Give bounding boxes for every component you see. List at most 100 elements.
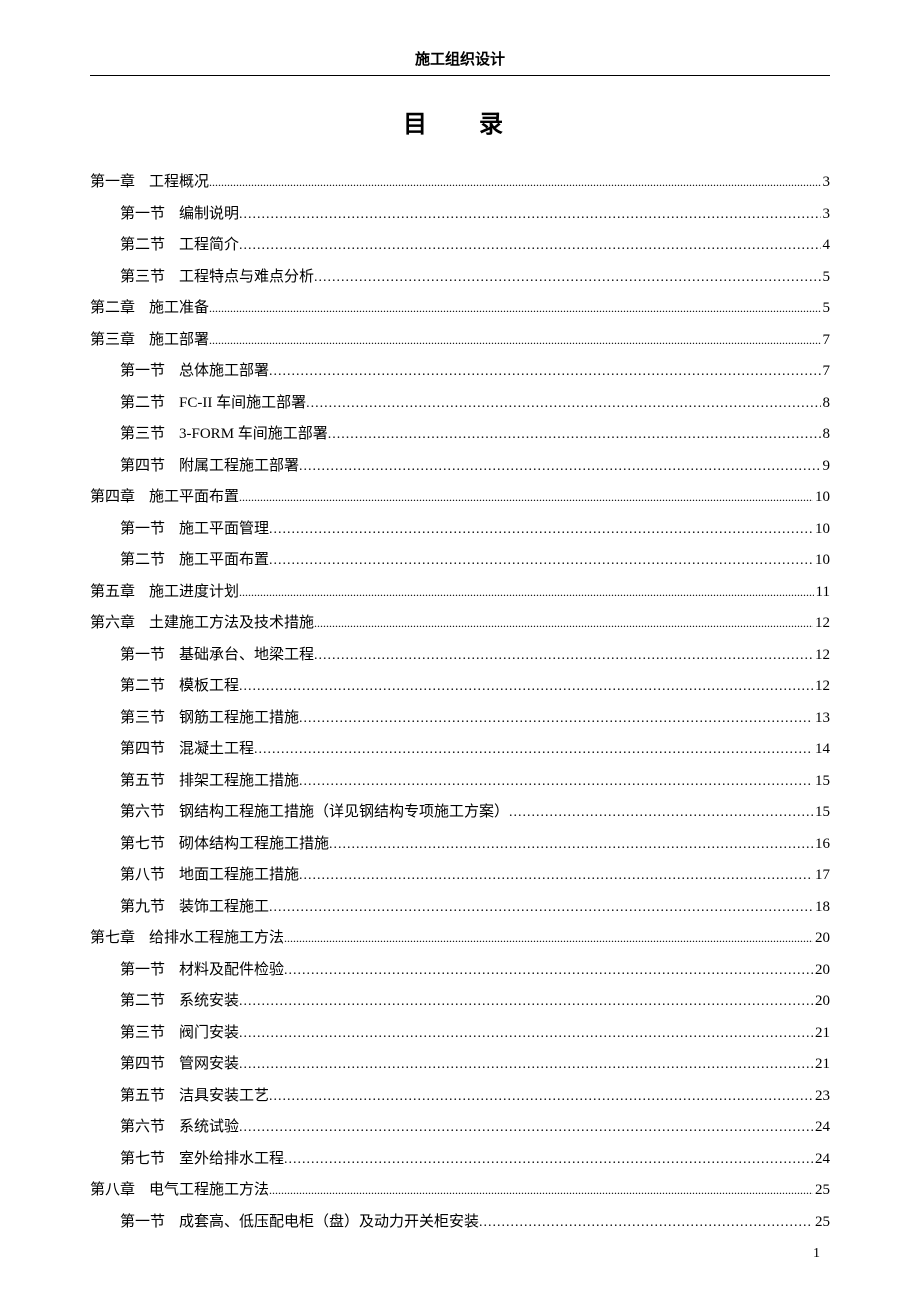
toc-entry: 第六章土建施工方法及技术措施..........................…: [90, 608, 830, 640]
toc-entry-label: 第七节: [120, 829, 165, 861]
toc-entry: 第五节排架工程施工措施.............................…: [90, 766, 830, 798]
toc-entry: 第七节砌体结构工程施工措施...........................…: [90, 829, 830, 861]
toc-entry-label: 第八节: [120, 860, 165, 892]
toc-entry-label: 第四节: [120, 451, 165, 483]
toc-entry-label: 第六节: [120, 1112, 165, 1144]
toc-entry-title: 阀门安装: [179, 1018, 239, 1050]
toc-entry: 第一节施工平面管理...............................…: [90, 514, 830, 546]
toc-leader-dots: ........................................…: [239, 672, 813, 701]
document-header-title: 施工组织设计: [90, 48, 830, 76]
toc-entry: 第二节FC-II 车间施工部署.........................…: [90, 388, 830, 420]
toc-container: 第一章工程概况.................................…: [90, 167, 830, 1238]
toc-entry: 第九节装饰工程施工...............................…: [90, 892, 830, 924]
toc-entry-label: 第二节: [120, 986, 165, 1018]
toc-entry-label: 第三节: [120, 703, 165, 735]
toc-entry-label: 第五节: [120, 766, 165, 798]
toc-leader-dots: ........................................…: [299, 704, 813, 733]
toc-entry: 第七节室外给排水工程..............................…: [90, 1144, 830, 1176]
toc-entry: 第二节工程简介.................................…: [90, 230, 830, 262]
toc-entry: 第二节系统安装.................................…: [90, 986, 830, 1018]
toc-entry-title: 施工平面布置: [149, 482, 239, 514]
page-number: 1: [813, 1246, 820, 1262]
toc-entry-label: 第三节: [120, 262, 165, 294]
toc-entry-label: 第二节: [120, 545, 165, 577]
toc-entry-title: 系统试验: [179, 1112, 239, 1144]
toc-leader-dots: ........................................…: [269, 357, 820, 386]
toc-entry-title: 施工平面布置: [179, 545, 269, 577]
toc-leader-dots: ........................................…: [284, 1145, 813, 1174]
toc-leader-dots: ........................................…: [314, 641, 813, 670]
toc-leader-dots: ........................................…: [299, 452, 820, 481]
toc-leader-dots: ........................................…: [239, 1113, 813, 1142]
toc-entry-title: 工程特点与难点分析: [179, 262, 314, 294]
toc-entry-label: 第六章: [90, 608, 135, 640]
toc-entry-label: 第一节: [120, 955, 165, 987]
toc-leader-dots: ........................................…: [269, 546, 813, 575]
toc-entry: 第七章给排水工程施工方法............................…: [90, 923, 830, 955]
toc-entry-label: 第七章: [90, 923, 135, 955]
toc-entry-title: 附属工程施工部署: [179, 451, 299, 483]
toc-entry-label: 第一节: [120, 514, 165, 546]
toc-entry-title: 砌体结构工程施工措施: [179, 829, 329, 861]
toc-entry: 第六节钢结构工程施工措施（详见钢结构专项施工方案）...............…: [90, 797, 830, 829]
toc-entry: 第八章电气工程施工方法.............................…: [90, 1175, 830, 1207]
toc-entry-title: 基础承台、地梁工程: [179, 640, 314, 672]
toc-entry-title: 排架工程施工措施: [179, 766, 299, 798]
toc-entry: 第一节基础承台、地梁工程............................…: [90, 640, 830, 672]
toc-entry-label: 第一节: [120, 1207, 165, 1239]
toc-entry-title: 编制说明: [179, 199, 239, 231]
toc-entry-page: 9: [821, 451, 831, 483]
toc-entry-title: 工程概况: [149, 167, 209, 199]
toc-entry: 第二节模板工程.................................…: [90, 671, 830, 703]
toc-entry-page: 16: [813, 829, 830, 861]
toc-entry-title: 土建施工方法及技术措施: [149, 608, 314, 640]
toc-entry-title: 室外给排水工程: [179, 1144, 284, 1176]
toc-entry: 第二节施工平面布置...............................…: [90, 545, 830, 577]
toc-entry-page: 14: [813, 734, 830, 766]
toc-entry-label: 第九节: [120, 892, 165, 924]
toc-entry: 第三章施工部署.................................…: [90, 325, 830, 357]
toc-entry-label: 第四节: [120, 1049, 165, 1081]
toc-entry-title: 施工进度计划: [149, 577, 239, 609]
toc-entry-label: 第七节: [120, 1144, 165, 1176]
toc-entry-title: 模板工程: [179, 671, 239, 703]
toc-entry-page: 8: [821, 419, 831, 451]
toc-leader-dots: ........................................…: [239, 200, 820, 229]
toc-leader-dots: ........................................…: [239, 231, 820, 260]
toc-entry-label: 第三节: [120, 1018, 165, 1050]
toc-entry-title: 给排水工程施工方法: [149, 923, 284, 955]
toc-entry: 第四节附属工程施工部署.............................…: [90, 451, 830, 483]
toc-leader-dots: ........................................…: [306, 389, 820, 418]
toc-entry-page: 10: [813, 514, 830, 546]
toc-entry-label: 第一章: [90, 167, 135, 199]
toc-entry-page: 12: [813, 640, 830, 672]
toc-leader-dots: ........................................…: [209, 328, 820, 353]
toc-entry-title: 洁具安装工艺: [179, 1081, 269, 1113]
toc-entry-page: 15: [813, 766, 830, 798]
toc-entry-page: 21: [813, 1018, 830, 1050]
toc-entry-page: 25: [813, 1207, 830, 1239]
toc-entry-page: 11: [814, 577, 830, 609]
toc-entry-page: 18: [813, 892, 830, 924]
toc-entry-title: 3-FORM 车间施工部署: [179, 419, 328, 451]
toc-leader-dots: ........................................…: [314, 263, 820, 292]
toc-entry-label: 第五章: [90, 577, 135, 609]
toc-entry-label: 第六节: [120, 797, 165, 829]
toc-entry-page: 8: [821, 388, 831, 420]
toc-entry: 第五章施工进度计划...............................…: [90, 577, 830, 609]
toc-leader-dots: ........................................…: [269, 893, 813, 922]
toc-entry-title: 总体施工部署: [179, 356, 269, 388]
toc-entry: 第八节地面工程施工措施.............................…: [90, 860, 830, 892]
toc-entry: 第三节钢筋工程施工措施.............................…: [90, 703, 830, 735]
toc-entry: 第三节工程特点与难点分析............................…: [90, 262, 830, 294]
toc-entry: 第一节总体施工部署...............................…: [90, 356, 830, 388]
toc-leader-dots: ........................................…: [239, 1019, 813, 1048]
toc-entry-label: 第三节: [120, 419, 165, 451]
toc-leader-dots: ........................................…: [269, 1082, 813, 1111]
toc-entry: 第一节编制说明.................................…: [90, 199, 830, 231]
toc-entry-label: 第一节: [120, 356, 165, 388]
toc-entry-title: 施工部署: [149, 325, 209, 357]
toc-entry: 第一节材料及配件检验..............................…: [90, 955, 830, 987]
toc-entry: 第六节系统试验.................................…: [90, 1112, 830, 1144]
toc-leader-dots: ........................................…: [269, 515, 813, 544]
